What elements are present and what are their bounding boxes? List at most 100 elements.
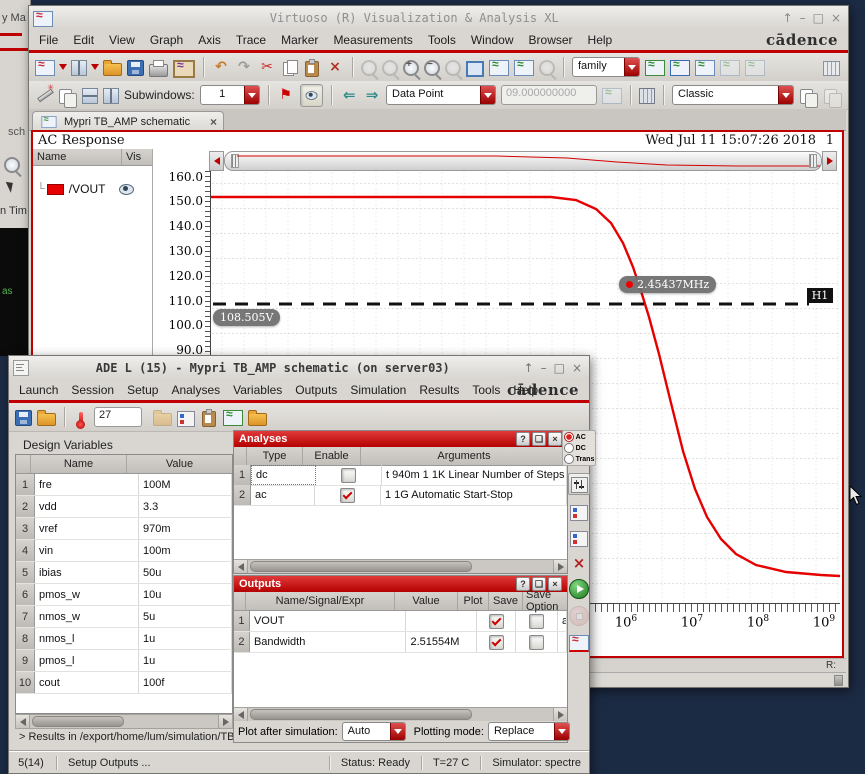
dv-row[interactable]: 3vref970m — [16, 518, 232, 540]
scroll-left-icon[interactable] — [16, 715, 30, 728]
dropdown-arrow-icon[interactable] — [554, 723, 569, 740]
stack-chart-button[interactable] — [695, 60, 715, 76]
menu-measurements[interactable]: Measurements — [333, 33, 412, 47]
analyses-column-enable[interactable]: Enable — [303, 447, 361, 465]
dc-enable-checkbox[interactable] — [341, 468, 356, 483]
ade-maximize-button[interactable]: □ — [554, 361, 565, 375]
menu-variables[interactable]: Variables — [233, 383, 282, 397]
column-name[interactable]: Name — [33, 149, 122, 165]
menu-setup[interactable]: Setup — [127, 383, 158, 397]
menu-view[interactable]: View — [109, 33, 135, 47]
point-marker-bubble[interactable]: 2.45437MHz — [619, 276, 716, 293]
scroll-left-icon[interactable] — [234, 708, 248, 721]
wand-button[interactable] — [35, 86, 53, 104]
zoom-y-button[interactable] — [514, 60, 534, 76]
add-trace-button[interactable] — [720, 60, 740, 76]
analyses-horizontal-scrollbar[interactable] — [234, 559, 567, 573]
redo-button[interactable]: ↷ — [235, 58, 253, 77]
cut-button[interactable]: ✂ — [258, 58, 276, 77]
menu-axis[interactable]: Axis — [198, 33, 221, 47]
new-window-dropdown-icon[interactable] — [59, 64, 67, 70]
zoom-undo-button[interactable] — [539, 60, 555, 76]
plot-after-combobox[interactable]: Auto — [342, 722, 406, 741]
dropdown-arrow-icon[interactable] — [390, 723, 405, 740]
export-image-button[interactable] — [173, 60, 195, 78]
outputs-column-save-option[interactable]: Save Option — [523, 592, 567, 610]
netlist-run-button[interactable] — [177, 411, 195, 427]
menu-launch[interactable]: Launch — [19, 383, 58, 397]
menu-tools[interactable]: Tools — [428, 33, 456, 47]
radio-ac[interactable]: AC — [564, 432, 595, 442]
dv-horizontal-scrollbar[interactable] — [15, 714, 233, 729]
bandwidth-plot-checkbox[interactable] — [489, 635, 504, 650]
ade-titlebar[interactable]: ADE L (15) - Mypri TB_AMP schematic (on … — [9, 356, 589, 380]
setup-gear-button[interactable] — [153, 413, 172, 426]
slider-left-arrow[interactable] — [209, 151, 224, 171]
subwindows-spinner[interactable]: 1 — [200, 85, 260, 105]
dv-column-value[interactable]: Value — [127, 455, 232, 473]
overlay-chart-button[interactable] — [670, 60, 690, 76]
run-simulation-icon[interactable] — [569, 579, 589, 599]
vout-plot-checkbox[interactable] — [489, 614, 504, 629]
close-button[interactable]: × — [831, 11, 841, 25]
pause-simulation-icon[interactable] — [569, 606, 589, 626]
tab-close-icon[interactable]: × — [210, 115, 217, 129]
menu-marker[interactable]: Marker — [281, 33, 318, 47]
new-window-button[interactable] — [35, 60, 55, 76]
family-combobox[interactable]: family — [572, 57, 640, 77]
edit-button[interactable] — [223, 410, 243, 426]
dv-row[interactable]: 9pmos_l1u — [16, 650, 232, 672]
close-icon[interactable]: × — [548, 432, 562, 446]
netlist-display-icon[interactable] — [570, 531, 588, 547]
hline-value-bubble[interactable]: 108.505V — [213, 309, 280, 326]
dv-row[interactable]: 6pmos_w10u — [16, 584, 232, 606]
output-row-bandwidth[interactable]: 2 Bandwidth 2.51554M — [234, 632, 567, 653]
dropdown-arrow-icon[interactable] — [244, 86, 259, 104]
slider-channel[interactable] — [224, 151, 822, 171]
analysis-row-dc[interactable]: 1 dc t 940m 1 1K Linear Number of Steps … — [234, 465, 567, 486]
load-state-button[interactable] — [37, 413, 56, 426]
copy-button[interactable] — [283, 62, 294, 76]
bandwidth-save-checkbox[interactable] — [529, 635, 544, 650]
label-button[interactable] — [300, 84, 324, 107]
zoom-region-button[interactable] — [445, 60, 461, 76]
dv-column-name[interactable]: Name — [31, 455, 127, 473]
zoom-out-button[interactable]: − — [424, 60, 440, 76]
scroll-right-icon[interactable] — [553, 708, 567, 721]
outputs-column-value[interactable]: Value — [395, 592, 458, 610]
ac-enable-checkbox[interactable] — [340, 488, 355, 503]
choose-analyses-button[interactable] — [568, 473, 590, 495]
output-row-vout[interactable]: 1 VOUT allv — [234, 611, 567, 632]
new-subwindow-button[interactable] — [71, 60, 87, 76]
menu-edit[interactable]: Edit — [73, 33, 94, 47]
menu-simulation[interactable]: Simulation — [350, 383, 406, 397]
vout-save-checkbox[interactable] — [529, 614, 544, 629]
analyses-column-arguments[interactable]: Arguments — [361, 447, 567, 465]
menu-help[interactable]: Help — [588, 33, 613, 47]
slider-grip-right[interactable] — [809, 154, 817, 168]
radio-trans[interactable]: Trans — [564, 454, 595, 464]
dropdown-arrow-icon[interactable] — [778, 86, 793, 104]
dv-row[interactable]: 5ibias50u — [16, 562, 232, 584]
histogram-button[interactable] — [602, 88, 622, 104]
menu-graph[interactable]: Graph — [150, 33, 183, 47]
replace-trace-button[interactable] — [745, 60, 765, 76]
visibility-eye-icon[interactable] — [119, 184, 134, 195]
back-button[interactable]: ⇐ — [340, 86, 358, 104]
outputs-horizontal-scrollbar[interactable] — [234, 707, 567, 722]
analyses-column-type[interactable]: Type — [247, 447, 303, 465]
menu-file[interactable]: File — [39, 33, 58, 47]
menu-tools[interactable]: Tools — [472, 383, 500, 397]
dropdown-arrow-icon[interactable] — [480, 86, 495, 104]
new-subwindow-dropdown-icon[interactable] — [91, 64, 99, 70]
ade-minimize-button[interactable]: – — [541, 361, 547, 375]
coordinate-field[interactable]: 09.000000000 — [501, 85, 597, 105]
flag-button[interactable]: ⚑ — [277, 86, 295, 105]
scroll-left-icon[interactable] — [234, 560, 248, 573]
graph-layout-button[interactable] — [59, 89, 72, 104]
netlist-icon[interactable] — [570, 505, 588, 521]
workspace-save-button[interactable] — [800, 89, 813, 104]
outputs-column-plot[interactable]: Plot — [458, 592, 489, 610]
dv-row[interactable]: 7nmos_w5u — [16, 606, 232, 628]
zoom-next-button[interactable] — [382, 60, 398, 76]
